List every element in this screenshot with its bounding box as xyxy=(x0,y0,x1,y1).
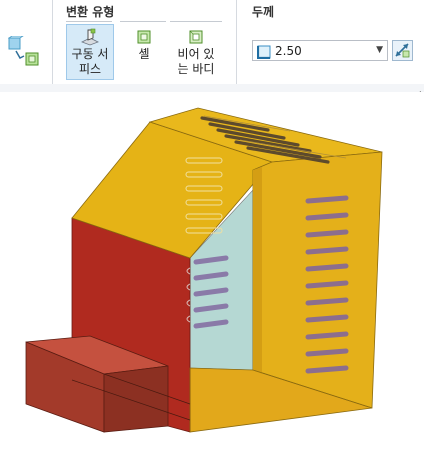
flip-direction-icon xyxy=(395,43,410,58)
shell-icon xyxy=(137,30,151,44)
flip-direction-button[interactable] xyxy=(392,40,413,61)
hollow-body-label: 비어 있 는 바디 xyxy=(177,47,215,76)
driving-surface-label: 구동 서 피스 xyxy=(71,47,109,76)
ribbon-toolbar: 변환 유형 구동 서 피스 셸 비어 있 는 바디 두께 2.50 ▼ xyxy=(0,0,424,98)
housing-model[interactable] xyxy=(0,92,424,452)
thickness-dropdown[interactable]: 2.50 ▼ xyxy=(252,40,388,61)
group-underline xyxy=(170,21,222,22)
driving-surface-icon xyxy=(81,28,99,46)
model-viewport[interactable] xyxy=(0,92,424,452)
ribbon-separator xyxy=(52,0,53,84)
transform-shell-icon[interactable] xyxy=(7,35,44,72)
shell-button[interactable]: 셸 xyxy=(120,24,168,80)
transform-type-title: 변환 유형 xyxy=(66,5,115,19)
group-underline xyxy=(120,21,166,22)
right-wall-edge xyxy=(253,167,262,374)
dialog-launcher-icon[interactable] xyxy=(414,82,422,98)
ribbon-footer-bar xyxy=(0,84,424,92)
group-underline xyxy=(66,21,112,22)
dropdown-arrow-icon[interactable]: ▼ xyxy=(376,45,383,55)
hollow-body-button[interactable]: 비어 있 는 바디 xyxy=(170,24,222,80)
hollow-body-icon xyxy=(189,30,203,44)
shell-label: 셸 xyxy=(138,47,150,61)
thickness-value: 2.50 xyxy=(275,44,302,58)
thickness-title: 두께 xyxy=(252,5,275,19)
ribbon-separator xyxy=(236,0,237,84)
driving-surface-button[interactable]: 구동 서 피스 xyxy=(66,24,114,80)
foot-block-side xyxy=(103,365,169,433)
thickness-icon xyxy=(256,44,271,63)
